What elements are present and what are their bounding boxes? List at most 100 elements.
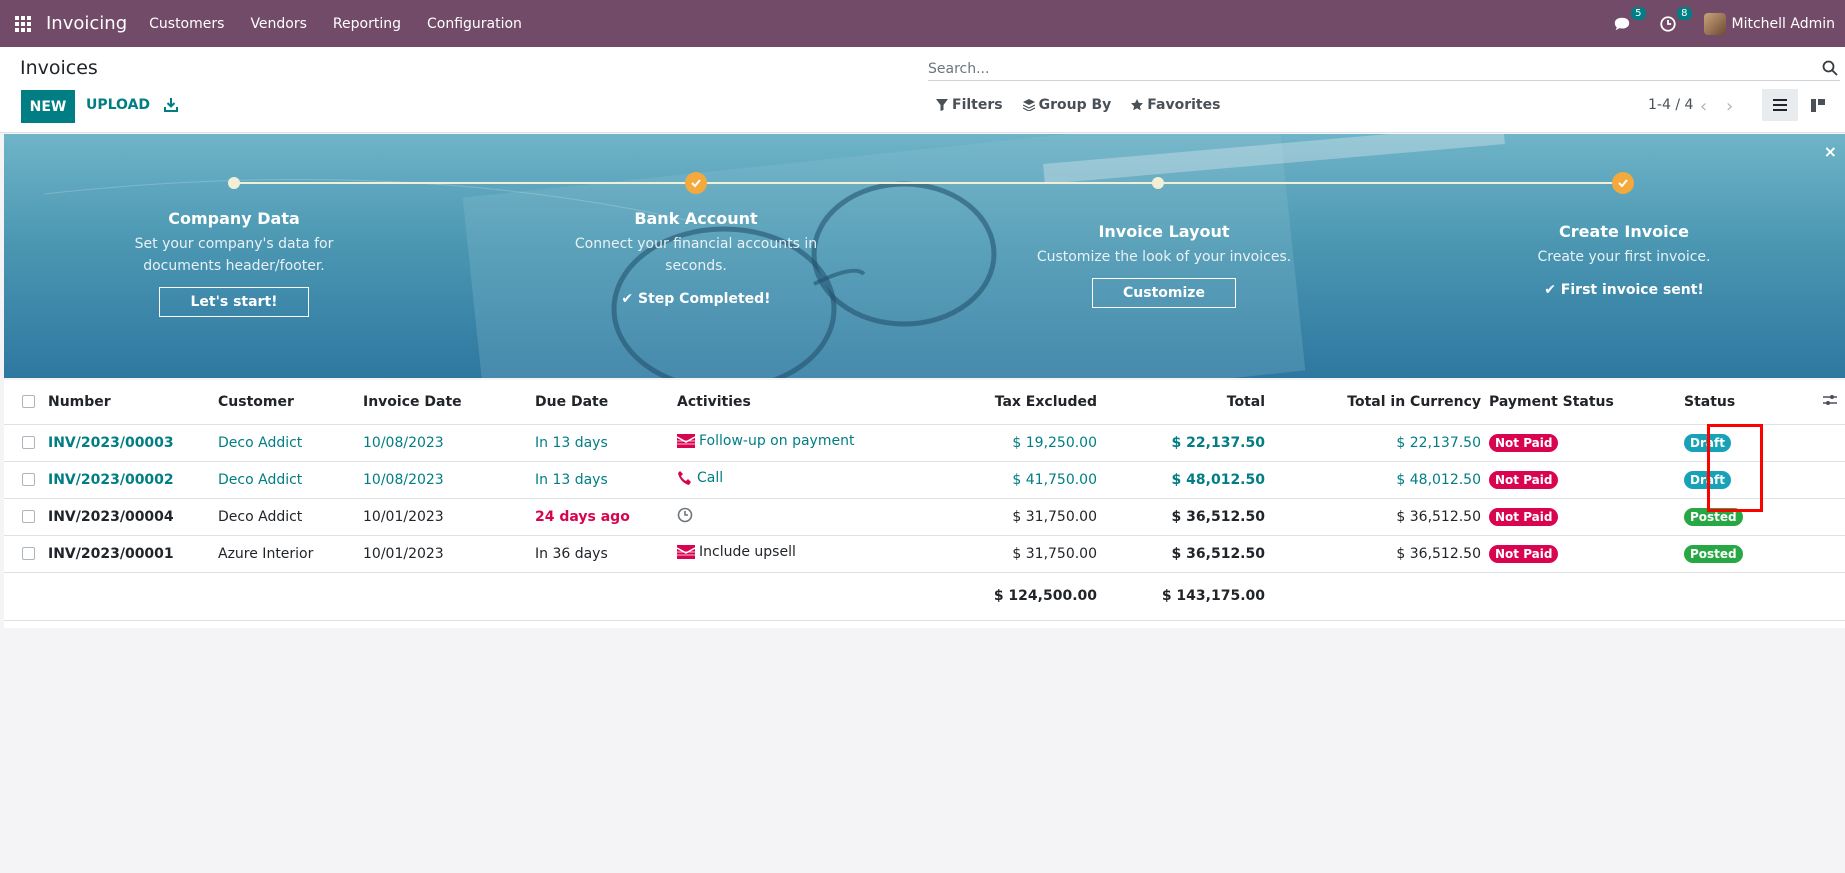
close-banner-icon[interactable]: × [1824, 142, 1837, 161]
due-date: In 13 days [535, 424, 677, 462]
step-completed-label: ✔ First invoice sent! [1484, 282, 1764, 298]
filters-button[interactable]: Filters [936, 97, 1003, 113]
row-checkbox[interactable] [22, 436, 35, 449]
column-activities[interactable]: Activities [677, 380, 907, 425]
layers-icon [1022, 99, 1035, 111]
activity-cell[interactable] [677, 498, 907, 536]
top-navbar: Invoicing Customers Vendors Reporting Co… [0, 0, 1845, 47]
column-status[interactable]: Status [1684, 380, 1845, 425]
customize-button[interactable]: Customize [1092, 278, 1236, 308]
totals-row: $ 124,500.00 $ 143,175.00 [4, 572, 1845, 621]
menu-vendors[interactable]: Vendors [250, 16, 306, 32]
column-customer[interactable]: Customer [218, 380, 363, 425]
table-row[interactable]: INV/2023/00002 Deco Addict 10/08/2023 In… [4, 461, 1845, 499]
email-icon[interactable] [677, 434, 695, 448]
grand-total: $ 143,175.00 [1097, 572, 1265, 621]
activity-summary[interactable]: Call [697, 470, 723, 486]
activity-summary[interactable]: Include upsell [699, 544, 796, 560]
apps-menu-icon[interactable] [0, 0, 46, 47]
group-by-label: Group By [1038, 97, 1112, 113]
activity-cell[interactable]: Follow-up on payment [677, 424, 907, 462]
column-due-date[interactable]: Due Date [535, 380, 677, 425]
list-view-button[interactable] [1762, 89, 1798, 121]
favorites-label: Favorites [1147, 97, 1221, 113]
check-icon: ✔ [621, 291, 639, 307]
check-icon: ✔ [1544, 282, 1561, 298]
download-icon[interactable] [163, 97, 179, 113]
invoice-number[interactable]: INV/2023/00002 [48, 461, 218, 499]
email-icon[interactable] [677, 545, 695, 559]
total-currency-value: $ 36,512.50 [1265, 498, 1481, 536]
customer-name[interactable]: Azure Interior [218, 535, 363, 573]
invoice-date: 10/01/2023 [363, 498, 535, 536]
activity-cell[interactable]: Call [677, 461, 907, 499]
table-row[interactable]: INV/2023/00001 Azure Interior 10/01/2023… [4, 535, 1845, 573]
invoice-number[interactable]: INV/2023/00001 [48, 535, 218, 573]
customer-name[interactable]: Deco Addict [218, 461, 363, 499]
invoice-number[interactable]: INV/2023/00004 [48, 498, 218, 536]
customer-name[interactable]: Deco Addict [218, 424, 363, 462]
pager-value[interactable]: 1-4 / 4 [1648, 97, 1693, 113]
activity-summary[interactable]: Follow-up on payment [699, 433, 854, 449]
customer-name[interactable]: Deco Addict [218, 498, 363, 536]
total-currency-value: $ 36,512.50 [1265, 535, 1481, 573]
column-total[interactable]: Total [1097, 380, 1265, 425]
new-button[interactable]: NEW [21, 90, 75, 123]
table-row[interactable]: INV/2023/00004 Deco Addict 10/01/2023 24… [4, 498, 1845, 536]
select-all-checkbox[interactable] [22, 395, 35, 409]
search-options: Filters Group By Favorites [936, 97, 1240, 113]
column-tax-excluded[interactable]: Tax Excluded [907, 380, 1097, 425]
total-value: $ 48,012.50 [1097, 461, 1265, 499]
menu-reporting[interactable]: Reporting [333, 16, 401, 32]
total-value: $ 36,512.50 [1097, 498, 1265, 536]
upload-button[interactable]: UPLOAD [86, 97, 150, 113]
search-icon[interactable] [1822, 60, 1838, 76]
invoice-date: 10/08/2023 [363, 424, 535, 462]
step-bank-account: Bank Account Connect your financial acco… [566, 209, 826, 307]
column-number[interactable]: Number [48, 380, 218, 425]
step-completed-text: First invoice sent! [1560, 282, 1704, 298]
step-company-data: Company Data Set your company's data for… [94, 209, 374, 317]
row-checkbox[interactable] [22, 473, 35, 486]
total-currency-value: $ 22,137.50 [1265, 424, 1481, 462]
progress-line [700, 182, 1160, 184]
phone-icon[interactable] [677, 470, 693, 486]
pager-next-icon[interactable]: › [1726, 96, 1733, 117]
step-dot-icon [228, 177, 240, 189]
column-invoice-date[interactable]: Invoice Date [363, 380, 535, 425]
clock-icon[interactable] [677, 507, 693, 523]
messages-icon[interactable]: 5 [1612, 6, 1646, 34]
favorites-button[interactable]: Favorites [1131, 97, 1220, 113]
column-total-in-currency[interactable]: Total in Currency [1265, 380, 1481, 425]
step-completed-text: Step Completed! [638, 291, 771, 307]
due-date: 24 days ago [535, 498, 677, 536]
search-input[interactable] [928, 60, 1808, 77]
tax-excluded-value: $ 41,750.00 [907, 461, 1097, 499]
total-value: $ 36,512.50 [1097, 535, 1265, 573]
user-menu[interactable]: Mitchell Admin [1703, 12, 1835, 35]
step-dot-icon [1152, 177, 1164, 189]
payment-status-badge: Not Paid [1489, 433, 1559, 452]
invoice-number[interactable]: INV/2023/00003 [48, 424, 218, 462]
table-row[interactable]: INV/2023/00003 Deco Addict 10/08/2023 In… [4, 424, 1845, 462]
step-description: Create your first invoice. [1537, 249, 1711, 265]
menu-customers[interactable]: Customers [149, 16, 224, 32]
step-check-icon [1612, 172, 1634, 194]
menu-configuration[interactable]: Configuration [427, 16, 522, 32]
activity-cell[interactable]: Include upsell [677, 535, 907, 573]
step-check-icon [685, 172, 707, 194]
group-by-button[interactable]: Group By [1022, 97, 1112, 113]
pager-previous-icon[interactable]: ‹ [1700, 96, 1707, 117]
lets-start-button[interactable]: Let's start! [159, 287, 309, 317]
row-checkbox[interactable] [22, 510, 35, 523]
activity-clock-icon[interactable]: 8 [1658, 6, 1692, 34]
row-checkbox[interactable] [22, 547, 35, 560]
app-brand[interactable]: Invoicing [46, 13, 127, 34]
activities-count-badge: 8 [1677, 6, 1692, 20]
kanban-view-button[interactable] [1800, 89, 1836, 121]
column-payment-status[interactable]: Payment Status [1489, 380, 1684, 425]
payment-status-badge: Not Paid [1489, 470, 1559, 489]
optional-columns-icon[interactable] [1823, 394, 1837, 406]
payment-status-badge: Not Paid [1489, 544, 1559, 563]
step-description: Set your company's data for documents he… [134, 236, 334, 274]
